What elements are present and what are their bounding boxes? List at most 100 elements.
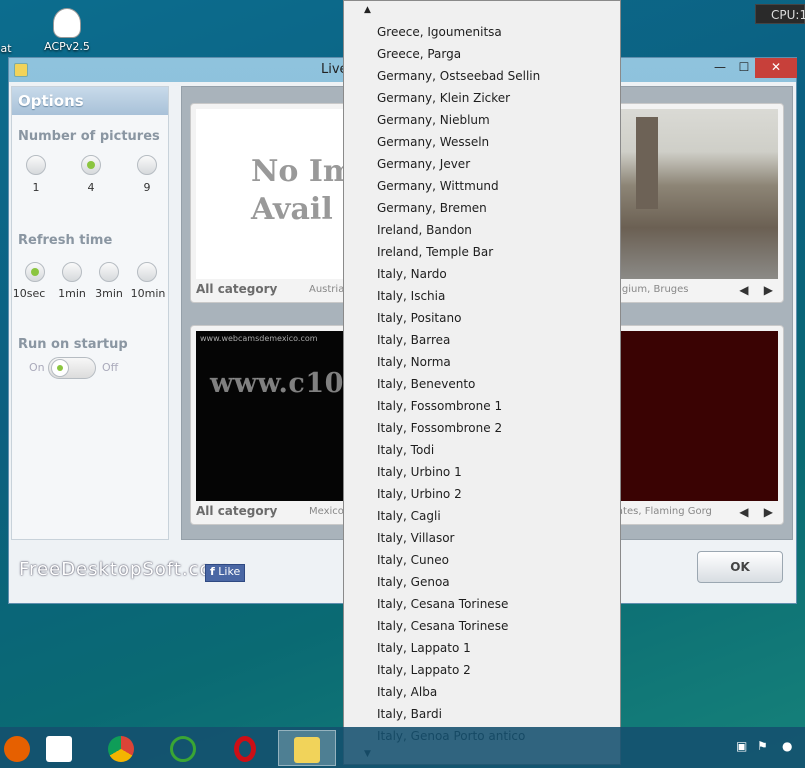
close-button[interactable]: ✕ bbox=[755, 58, 797, 78]
pictures-label: Number of pictures bbox=[18, 129, 160, 144]
location-list-item[interactable]: Italy, Positano bbox=[344, 307, 620, 329]
tile-category: All category bbox=[196, 504, 278, 518]
facebook-like-button[interactable]: f Like bbox=[205, 564, 246, 582]
options-header: Options bbox=[12, 87, 168, 115]
no-image-text: No Im Avail bbox=[251, 154, 355, 227]
desktop-icon-acp[interactable]: ACPv2.5 bbox=[42, 8, 92, 53]
uni-icon bbox=[46, 736, 72, 762]
refresh-option-label: 3min bbox=[95, 287, 123, 300]
desktop-icon-at[interactable]: at bbox=[0, 42, 16, 55]
location-list-item[interactable]: Italy, Cagli bbox=[344, 505, 620, 527]
location-list-item[interactable]: Italy, Norma bbox=[344, 351, 620, 373]
startup-toggle[interactable] bbox=[48, 357, 96, 379]
taskbar-uni-button[interactable] bbox=[30, 730, 88, 766]
location-list-item[interactable]: Italy, Bardi bbox=[344, 703, 620, 725]
live-webcam-icon bbox=[294, 737, 320, 763]
refresh-radio-1min[interactable] bbox=[62, 262, 82, 282]
desktop-icon-label: ACPv2.5 bbox=[44, 40, 90, 53]
pictures-radio-1[interactable] bbox=[26, 155, 46, 175]
location-list-item[interactable]: Italy, Alba bbox=[344, 681, 620, 703]
location-list-item[interactable]: Italy, Benevento bbox=[344, 373, 620, 395]
location-list-item[interactable]: Italy, Genoa bbox=[344, 571, 620, 593]
tray-flag-icon[interactable]: ⚑ bbox=[757, 739, 768, 753]
scroll-up-icon[interactable]: ▲ bbox=[364, 5, 371, 15]
tray-icon[interactable]: ● bbox=[782, 739, 792, 753]
location-list-item[interactable]: Italy, Urbino 2 bbox=[344, 483, 620, 505]
minimize-button[interactable]: — bbox=[707, 58, 733, 78]
pictures-radio-4[interactable] bbox=[81, 155, 101, 175]
refresh-radio-3min[interactable] bbox=[99, 262, 119, 282]
tray-app-icon[interactable]: ▣ bbox=[736, 739, 747, 753]
refresh-radio-10sec[interactable] bbox=[25, 262, 45, 282]
location-list-item[interactable]: Germany, Klein Zicker bbox=[344, 87, 620, 109]
chrome-icon bbox=[108, 736, 134, 762]
desktop-icon-label: at bbox=[0, 42, 12, 55]
location-list-item[interactable]: Italy, Cesana Torinese bbox=[344, 593, 620, 615]
firefox-icon bbox=[4, 736, 30, 762]
app-icon bbox=[14, 63, 28, 77]
pictures-radio-9[interactable] bbox=[137, 155, 157, 175]
taskbar-chrome-button[interactable] bbox=[92, 730, 150, 766]
taskbar: ▣ ⚑ ● bbox=[0, 727, 805, 768]
tile-location: tates, Flaming Gorg bbox=[613, 506, 712, 517]
location-list-item[interactable]: Germany, Nieblum bbox=[344, 109, 620, 131]
location-dropdown-list[interactable]: ▲ Greece, Igoumenitsa Greece, Parga German… bbox=[343, 0, 621, 765]
location-list-item[interactable]: Italy, Nardo bbox=[344, 263, 620, 285]
like-label: Like bbox=[218, 565, 241, 578]
tile-location: elgium, Bruges bbox=[613, 284, 689, 295]
ok-button[interactable]: OK bbox=[697, 551, 783, 583]
taskbar-green-app-button[interactable] bbox=[154, 730, 212, 766]
cpu-meter: CPU:1 bbox=[755, 4, 805, 24]
location-list-item[interactable]: Italy, Todi bbox=[344, 439, 620, 461]
toggle-knob bbox=[51, 359, 69, 377]
pictures-option-label: 9 bbox=[143, 181, 151, 194]
location-list-item[interactable]: Italy, Barrea bbox=[344, 329, 620, 351]
refresh-radio-10min[interactable] bbox=[137, 262, 157, 282]
pictures-option-label: 1 bbox=[32, 181, 40, 194]
location-list-item[interactable]: Greece, Parga bbox=[344, 43, 620, 65]
location-list-item[interactable]: Italy, Ischia bbox=[344, 285, 620, 307]
prev-arrow-icon[interactable]: ◀ bbox=[739, 283, 748, 297]
tile-location: Mexico bbox=[309, 506, 344, 517]
location-list-item[interactable]: Italy, Fossombrone 2 bbox=[344, 417, 620, 439]
taskbar-live-webcam-button[interactable] bbox=[278, 730, 336, 766]
location-list-item[interactable]: Germany, Bremen bbox=[344, 197, 620, 219]
green-app-icon bbox=[170, 736, 196, 762]
refresh-label: Refresh time bbox=[18, 233, 113, 248]
brand-link[interactable]: FreeDesktopSoft.com bbox=[19, 559, 230, 580]
next-arrow-icon[interactable]: ▶ bbox=[764, 505, 773, 519]
startup-label: Run on startup bbox=[18, 337, 128, 352]
location-list-item[interactable]: Italy, Lappato 2 bbox=[344, 659, 620, 681]
location-list-item[interactable]: Greece, Igoumenitsa bbox=[344, 21, 620, 43]
location-list-item[interactable]: Italy, Lappato 1 bbox=[344, 637, 620, 659]
location-list-item[interactable]: Ireland, Temple Bar bbox=[344, 241, 620, 263]
location-list-item[interactable]: Germany, Jever bbox=[344, 153, 620, 175]
tile-location: Austria bbox=[309, 284, 345, 295]
location-list-item[interactable]: Italy, Fossombrone 1 bbox=[344, 395, 620, 417]
toggle-off-label: Off bbox=[102, 361, 119, 374]
tile-category: All category bbox=[196, 282, 278, 296]
tile-nav: ◀ ▶ bbox=[739, 283, 773, 297]
location-list-item[interactable]: Germany, Ostseebad Sellin bbox=[344, 65, 620, 87]
prev-arrow-icon[interactable]: ◀ bbox=[739, 505, 748, 519]
toggle-on-label: On bbox=[29, 361, 45, 374]
location-list: Greece, Igoumenitsa Greece, Parga Germany,… bbox=[344, 21, 620, 747]
acp-icon bbox=[53, 8, 81, 38]
location-list-item[interactable]: Ireland, Bandon bbox=[344, 219, 620, 241]
opera-icon bbox=[234, 736, 256, 762]
location-list-item[interactable]: Germany, Wesseln bbox=[344, 131, 620, 153]
next-arrow-icon[interactable]: ▶ bbox=[764, 283, 773, 297]
refresh-option-label: 10min bbox=[130, 287, 166, 300]
taskbar-opera-button[interactable] bbox=[216, 730, 274, 766]
refresh-option-label: 10sec bbox=[12, 287, 46, 300]
facebook-icon: f bbox=[210, 565, 215, 578]
location-list-item[interactable]: Italy, Cesana Torinese bbox=[344, 615, 620, 637]
options-panel: Options Number of pictures 1 4 9 Refresh… bbox=[11, 86, 169, 540]
webcam-overlay-text: www.webcamsdemexico.com bbox=[200, 334, 318, 343]
location-list-item[interactable]: Germany, Wittmund bbox=[344, 175, 620, 197]
maximize-button[interactable]: ☐ bbox=[731, 58, 757, 78]
location-list-item[interactable]: Italy, Villasor bbox=[344, 527, 620, 549]
tile-nav: ◀ ▶ bbox=[739, 505, 773, 519]
location-list-item[interactable]: Italy, Urbino 1 bbox=[344, 461, 620, 483]
location-list-item[interactable]: Italy, Cuneo bbox=[344, 549, 620, 571]
